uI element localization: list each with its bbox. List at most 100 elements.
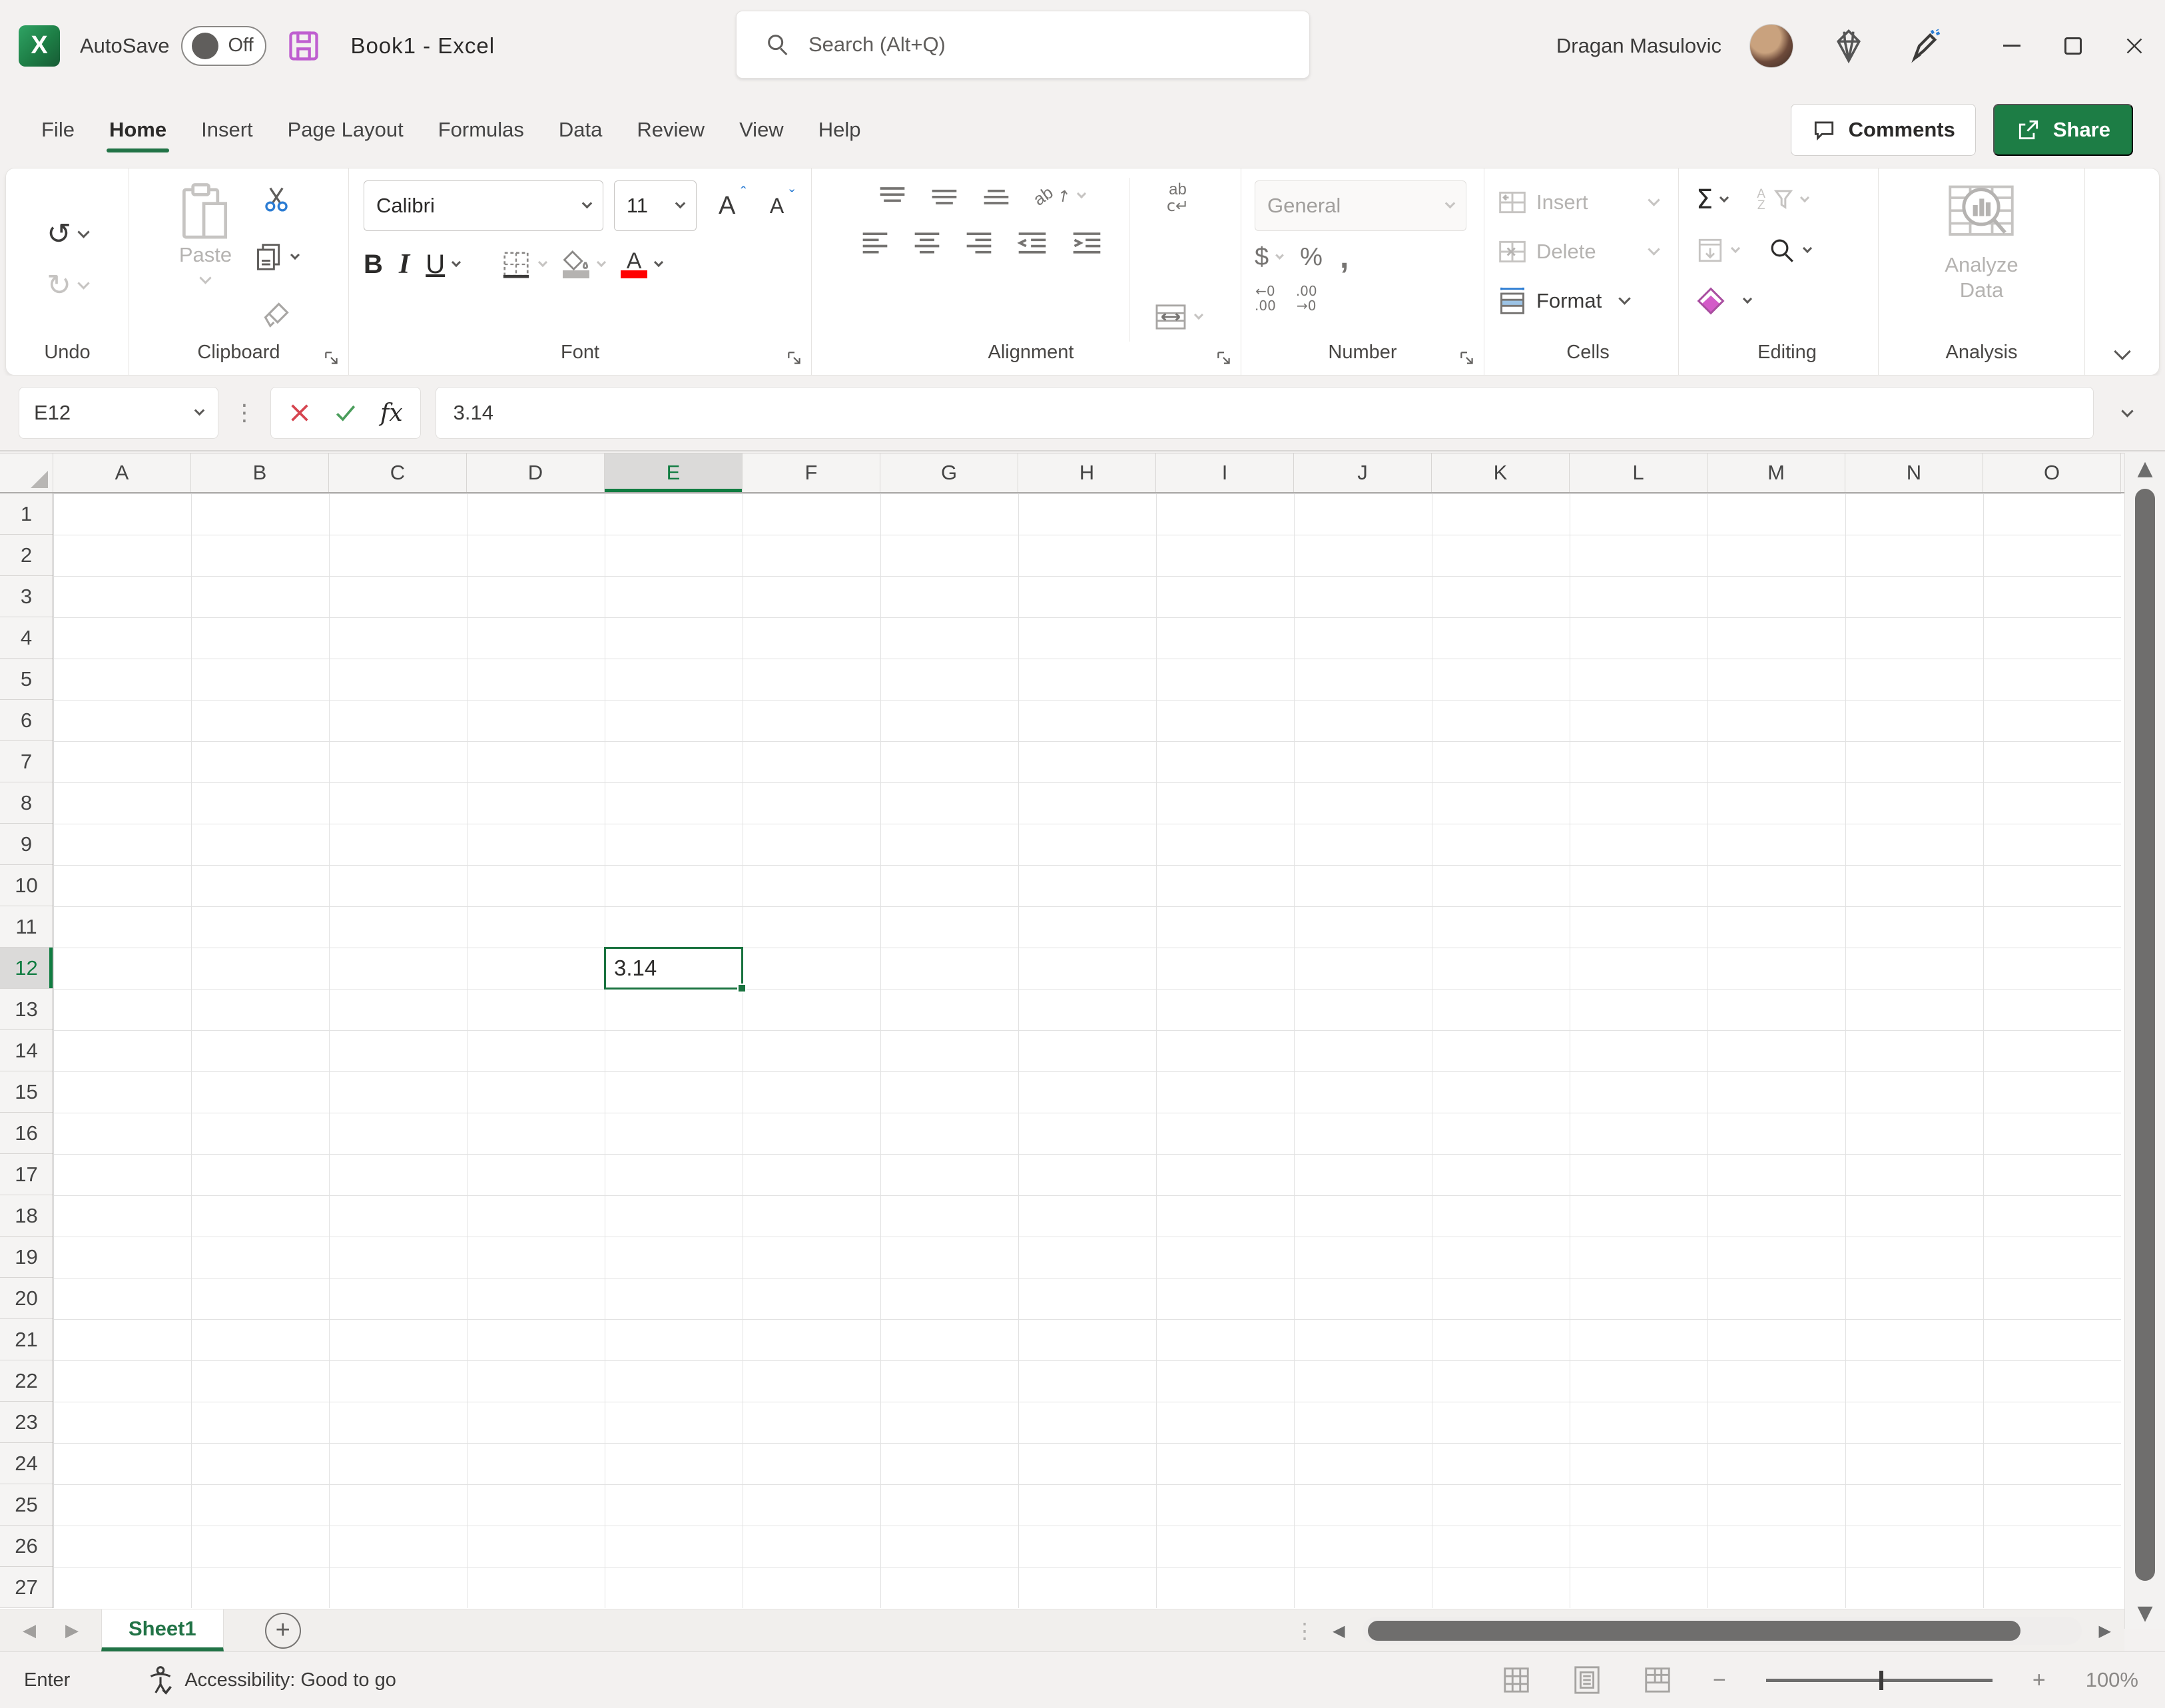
horizontal-scrollbar[interactable] — [1363, 1617, 2082, 1645]
zoom-level[interactable]: 100% — [2086, 1668, 2138, 1692]
column-header-M[interactable]: M — [1707, 453, 1845, 492]
align-right-icon[interactable] — [964, 230, 994, 255]
increase-font-size-button[interactable]: Aˆ — [707, 192, 747, 220]
page-layout-view-icon[interactable] — [1572, 1665, 1602, 1695]
row-header-9[interactable]: 9 — [0, 824, 53, 865]
cut-button[interactable] — [262, 184, 291, 214]
fill-button[interactable] — [1696, 236, 1739, 264]
scroll-left-arrow-icon[interactable]: ◀ — [1333, 1621, 1345, 1640]
column-header-K[interactable]: K — [1432, 453, 1570, 492]
format-cells-button[interactable]: Format — [1498, 276, 1678, 326]
fill-color-button[interactable] — [562, 250, 605, 278]
align-middle-icon[interactable] — [930, 184, 959, 207]
scroll-up-arrow-icon[interactable]: ▲ — [2125, 457, 2165, 480]
avatar[interactable] — [1749, 24, 1793, 68]
column-header-N[interactable]: N — [1845, 453, 1983, 492]
zoom-slider-thumb[interactable] — [1879, 1671, 1883, 1690]
column-header-A[interactable]: A — [53, 453, 191, 492]
tab-split-handle[interactable]: ⋮ — [1294, 1618, 1315, 1643]
comments-button[interactable]: Comments — [1791, 104, 1976, 156]
expand-formula-bar-chevron-icon[interactable] — [2108, 407, 2146, 419]
tab-formulas[interactable]: Formulas — [421, 106, 541, 154]
font-size-select[interactable]: 11 — [614, 180, 697, 231]
column-header-H[interactable]: H — [1018, 453, 1156, 492]
share-button[interactable]: Share — [1993, 104, 2133, 156]
vertical-scrollbar-thumb[interactable] — [2135, 489, 2155, 1581]
accessibility-status[interactable]: Accessibility: Good to go — [147, 1665, 396, 1695]
coming-soon-megaphone-icon[interactable] — [1905, 27, 1943, 65]
font-dialog-launcher[interactable] — [786, 350, 803, 367]
maximize-button[interactable] — [2042, 0, 2104, 91]
format-painter-button[interactable] — [262, 300, 291, 330]
italic-button[interactable]: I — [399, 248, 410, 280]
autosave-control[interactable]: AutoSave Off — [80, 26, 266, 66]
user-name[interactable]: Dragan Masulovic — [1556, 34, 1721, 58]
search-input[interactable]: Search (Alt+Q) — [736, 11, 1310, 79]
previous-sheet-arrow-icon[interactable]: ◀ — [23, 1621, 36, 1641]
alignment-dialog-launcher[interactable] — [1215, 350, 1233, 367]
zoom-out-button[interactable]: − — [1713, 1667, 1726, 1693]
tab-file[interactable]: File — [24, 106, 92, 154]
copy-button[interactable] — [254, 242, 298, 272]
row-header-20[interactable]: 20 — [0, 1278, 53, 1319]
align-top-icon[interactable] — [878, 184, 907, 207]
row-header-22[interactable]: 22 — [0, 1360, 53, 1402]
row-header-8[interactable]: 8 — [0, 782, 53, 824]
tab-home[interactable]: Home — [92, 106, 184, 154]
new-sheet-button[interactable]: + — [265, 1613, 301, 1649]
horizontal-scrollbar-thumb[interactable] — [1368, 1621, 2020, 1641]
row-header-13[interactable]: 13 — [0, 989, 53, 1030]
tab-data[interactable]: Data — [541, 106, 619, 154]
decrease-decimal-button[interactable]: .00→0 — [1296, 284, 1317, 313]
row-header-2[interactable]: 2 — [0, 535, 53, 576]
bold-button[interactable]: B — [364, 250, 383, 280]
increase-indent-icon[interactable] — [1071, 230, 1103, 255]
column-header-O[interactable]: O — [1983, 453, 2121, 492]
column-header-L[interactable]: L — [1570, 453, 1707, 492]
cancel-icon[interactable] — [288, 402, 311, 424]
paste-button[interactable]: Paste — [179, 178, 232, 342]
row-header-7[interactable]: 7 — [0, 741, 53, 782]
insert-cells-button[interactable]: Insert — [1498, 178, 1678, 227]
comma-style-button[interactable]: , — [1340, 251, 1349, 264]
find-select-button[interactable] — [1768, 236, 1811, 264]
row-header-26[interactable]: 26 — [0, 1526, 53, 1567]
analyze-data-button[interactable]: Analyze Data — [1945, 178, 2018, 342]
column-header-E[interactable]: E — [605, 453, 743, 492]
underline-button[interactable]: U — [426, 250, 460, 280]
row-header-21[interactable]: 21 — [0, 1319, 53, 1360]
clear-button[interactable] — [1696, 286, 1751, 316]
row-header-15[interactable]: 15 — [0, 1071, 53, 1113]
next-sheet-arrow-icon[interactable]: ▶ — [65, 1621, 79, 1641]
row-header-4[interactable]: 4 — [0, 617, 53, 659]
delete-cells-button[interactable]: Delete — [1498, 227, 1678, 276]
grid-cells[interactable] — [53, 493, 2121, 1608]
redo-button[interactable]: ↻ — [47, 268, 88, 302]
number-dialog-launcher[interactable] — [1458, 350, 1476, 367]
normal-view-icon[interactable] — [1501, 1665, 1532, 1695]
vertical-scrollbar[interactable]: ▲ ▼ — [2124, 453, 2165, 1629]
scroll-right-arrow-icon[interactable]: ▶ — [2099, 1621, 2111, 1640]
borders-button[interactable] — [501, 249, 546, 280]
decrease-font-size-button[interactable]: Aˇ — [757, 194, 796, 218]
row-header-18[interactable]: 18 — [0, 1195, 53, 1237]
percent-style-button[interactable]: % — [1300, 243, 1323, 272]
row-header-12[interactable]: 12 — [0, 948, 53, 989]
column-header-F[interactable]: F — [743, 453, 880, 492]
row-header-23[interactable]: 23 — [0, 1402, 53, 1443]
sort-filter-button[interactable]: AZ — [1757, 188, 1808, 211]
tab-page-layout[interactable]: Page Layout — [270, 106, 421, 154]
row-header-25[interactable]: 25 — [0, 1484, 53, 1526]
row-header-27[interactable]: 27 — [0, 1567, 53, 1608]
autosave-toggle[interactable]: Off — [181, 26, 266, 66]
active-cell[interactable]: 3.14 — [604, 947, 743, 990]
wrap-text-button[interactable]: ab c↵ — [1167, 182, 1189, 214]
align-left-icon[interactable] — [860, 230, 890, 255]
row-header-5[interactable]: 5 — [0, 659, 53, 700]
decrease-indent-icon[interactable] — [1016, 230, 1048, 255]
column-header-J[interactable]: J — [1294, 453, 1432, 492]
align-bottom-icon[interactable] — [982, 184, 1011, 207]
row-header-3[interactable]: 3 — [0, 576, 53, 617]
row-header-17[interactable]: 17 — [0, 1154, 53, 1195]
column-header-C[interactable]: C — [329, 453, 467, 492]
